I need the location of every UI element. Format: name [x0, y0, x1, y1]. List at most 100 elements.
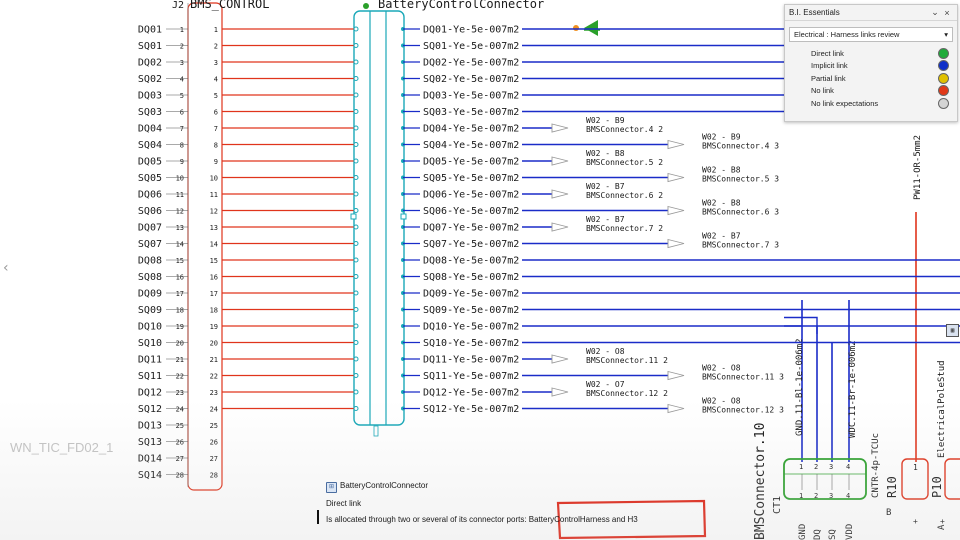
offpage-reference[interactable]: W02 - B9BMSConnector.4 2 — [586, 116, 663, 134]
signal-row[interactable]: DQ10 19 19 DQ10-Ye-5e-007m2 — [138, 322, 960, 333]
signal-row[interactable]: DQ13 25 25 — [138, 421, 218, 432]
pin-number-inner: 25 — [210, 422, 218, 430]
pin-number-inner: 12 — [210, 208, 218, 216]
offpage-ref-line1: W02 - B9 — [586, 116, 625, 125]
offpage-arrow-icon[interactable] — [551, 123, 569, 133]
offpage-arrow-icon[interactable] — [551, 156, 569, 166]
offpage-arrow-icon[interactable] — [667, 172, 685, 183]
dropdown-arrow-icon: ▾ — [944, 30, 948, 39]
p10-frame[interactable] — [944, 458, 960, 500]
left-nav-chevron-icon[interactable]: ‹ — [3, 260, 9, 276]
connector-handle-bottom[interactable] — [373, 425, 379, 437]
offpage-ref-line2: BMSConnector.7 3 — [702, 241, 779, 250]
wire-label: SQ06-Ye-5e-007m2 — [423, 206, 519, 217]
signal-row[interactable]: DQ14 27 27 — [138, 454, 218, 465]
wire-label: DQ12-Ye-5e-007m2 — [423, 388, 519, 399]
panel-close-icon[interactable]: × — [941, 8, 953, 18]
connector-pin-left — [353, 43, 359, 48]
pin-number-outer: 28 — [176, 472, 184, 480]
signal-row[interactable]: SQ01 2 2 SQ01-Ye-5e-007m2 — [138, 41, 784, 52]
pin-number-outer: 25 — [176, 422, 184, 430]
offpage-arrow-icon[interactable] — [551, 387, 569, 397]
signal-row[interactable]: SQ02 4 4 SQ02-Ye-5e-007m2 — [138, 74, 784, 85]
offpage-reference[interactable]: W02 - B9BMSConnector.4 3 — [702, 133, 779, 151]
offpage-arrow-icon[interactable] — [667, 370, 685, 381]
bottom-connector-pin[interactable]: 1 1 GND — [798, 463, 808, 540]
offpage-arrow-icon[interactable] — [551, 222, 569, 232]
signal-row[interactable]: SQ08 16 16 SQ08-Ye-5e-007m2 — [138, 272, 960, 283]
offpage-reference[interactable]: W02 - B8BMSConnector.6 3 — [702, 199, 779, 217]
offpage-arrow-icon[interactable] — [667, 238, 685, 249]
wire-label: DQ09-Ye-5e-007m2 — [423, 289, 519, 300]
signal-row[interactable]: SQ03 6 6 SQ03-Ye-5e-007m2 — [138, 107, 784, 118]
offpage-reference[interactable]: W02 - B7BMSConnector.6 2 — [586, 182, 663, 200]
pin-number-outer: 15 — [176, 257, 184, 265]
connector-frame[interactable] — [353, 10, 405, 426]
offpage-reference[interactable]: W02 - O7BMSConnector.12 2 — [586, 380, 668, 398]
signal-row[interactable]: SQ09 18 18 SQ09-Ye-5e-007m2 — [138, 305, 960, 316]
signal-row[interactable]: DQ07 13 13 DQ07-Ye-5e-007m2 — [138, 222, 569, 234]
panel-collapse-icon[interactable]: ⌄ — [929, 7, 941, 18]
offpage-arrow-icon[interactable] — [551, 189, 569, 199]
signal-row[interactable]: SQ13 26 26 — [138, 437, 218, 448]
signal-row[interactable]: DQ06 11 11 DQ06-Ye-5e-007m2 — [138, 189, 569, 201]
hover-tooltip: ⊞ BatteryControlConnector Direct link Is… — [310, 476, 710, 540]
connector-handle-right[interactable] — [400, 213, 407, 220]
signal-row[interactable]: DQ05 9 9 DQ05-Ye-5e-007m2 — [138, 156, 569, 168]
bottom-connector-pin[interactable]: 3 3 SQ — [828, 463, 838, 540]
connector-pin-left — [353, 373, 359, 378]
pin-number-outer: 14 — [176, 241, 184, 249]
pin-number-inner: 15 — [210, 257, 218, 265]
offpage-reference[interactable]: W02 - O8BMSConnector.12 3 — [702, 397, 784, 415]
offpage-reference[interactable]: W02 - B8BMSConnector.5 2 — [586, 149, 663, 167]
offpage-arrow-icon[interactable] — [667, 403, 685, 414]
signal-row[interactable]: DQ02 3 3 DQ02-Ye-5e-007m2 — [138, 58, 784, 69]
signal-row[interactable]: DQ03 5 5 DQ03-Ye-5e-007m2 — [138, 91, 784, 102]
bottom-connector-pin[interactable]: 4 4 VDD — [845, 463, 855, 540]
bottom-pin-number-top: 1 — [799, 463, 803, 471]
offpage-reference[interactable]: W02 - B8BMSConnector.5 3 — [702, 166, 779, 184]
signal-row[interactable]: SQ07 14 14 SQ07-Ye-5e-007m2 — [138, 238, 685, 250]
review-mode-dropdown[interactable]: Electrical : Harness links review ▾ — [789, 27, 953, 42]
pin-number-inner: 21 — [210, 356, 218, 364]
bottom-pin-number-top: 3 — [829, 463, 833, 471]
wire-label: SQ08-Ye-5e-007m2 — [423, 272, 519, 283]
selection-marker-dot — [573, 25, 579, 31]
offpage-arrow-icon[interactable] — [551, 354, 569, 364]
selection-marker-icon[interactable] — [584, 20, 598, 36]
signal-row[interactable]: DQ09 17 17 DQ09-Ye-5e-007m2 — [138, 289, 960, 300]
offpage-reference[interactable]: W02 - B7BMSConnector.7 3 — [702, 232, 779, 250]
offpage-ref-line1: W02 - O7 — [586, 380, 625, 389]
connector-handle-left[interactable] — [350, 213, 357, 220]
signal-row[interactable]: DQ04 7 7 DQ04-Ye-5e-007m2 — [138, 123, 569, 135]
legend-label: Direct link — [811, 48, 844, 58]
offpage-ref-line1: W02 - B8 — [702, 199, 741, 208]
connector-pin-left — [353, 191, 359, 197]
signal-row[interactable]: SQ10 20 20 SQ10-Ye-5e-007m2 — [138, 338, 960, 349]
legend-label: Implicit link — [811, 61, 848, 71]
bottom-pin-number-top: 4 — [846, 463, 850, 471]
offpage-arrow-icon[interactable] — [667, 139, 685, 150]
offpage-ref-line1: W02 - B8 — [586, 149, 625, 158]
review-mode-value: Electrical : Harness links review — [794, 30, 900, 39]
signal-row[interactable]: SQ12 24 24 SQ12-Ye-5e-007m2 — [138, 403, 685, 415]
legend-color-dot-icon — [938, 60, 949, 72]
legend-item: Partial link — [785, 72, 957, 85]
bottom-connector-frame[interactable] — [783, 458, 867, 500]
signal-row[interactable]: DQ08 15 15 DQ08-Ye-5e-007m2 — [138, 256, 960, 267]
offpage-reference[interactable]: W02 - O8BMSConnector.11 2 — [586, 347, 668, 365]
signal-row[interactable]: DQ12 23 23 DQ12-Ye-5e-007m2 — [138, 387, 569, 399]
pin-number-inner: 19 — [210, 323, 218, 331]
signal-name: DQ09 — [138, 289, 162, 300]
connector-pin-left — [353, 274, 359, 279]
side-toolbar-icon[interactable]: ▦ — [946, 324, 959, 337]
offpage-reference[interactable]: W02 - B7BMSConnector.7 2 — [586, 215, 663, 233]
signal-row[interactable]: SQ14 28 28 — [138, 470, 218, 481]
pin-number-inner: 6 — [214, 109, 218, 117]
offpage-reference[interactable]: W02 - O8BMSConnector.11 3 — [702, 364, 784, 382]
pin-number-inner: 27 — [210, 455, 218, 463]
offpage-arrow-icon[interactable] — [667, 205, 685, 216]
signal-row[interactable]: DQ01 1 1 DQ01-Ye-5e-007m2 — [138, 25, 784, 36]
bottom-connector-pin[interactable]: 2 2 DQ — [813, 463, 823, 540]
signal-row[interactable]: DQ11 21 21 DQ11-Ye-5e-007m2 — [138, 354, 569, 366]
